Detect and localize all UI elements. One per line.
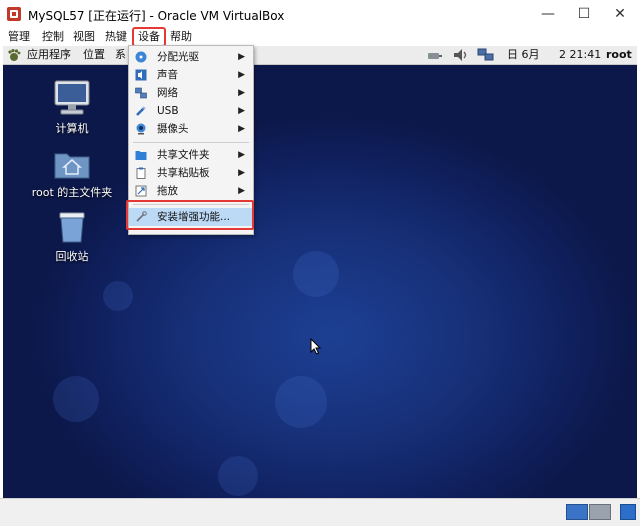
drag-drop-icon [135, 185, 147, 197]
menu-devices[interactable]: 设备 [132, 27, 166, 47]
menu-item-drag-and-drop[interactable]: 拖放 ▶ [129, 182, 253, 200]
home-folder-icon [54, 153, 90, 179]
status-display-icon[interactable] [566, 504, 588, 520]
panel-date[interactable]: 日 6月 [507, 46, 540, 64]
menu-control[interactable]: 控制 [40, 29, 66, 45]
desktop-icon-label: 回收站 [55, 250, 89, 263]
webcam-icon [136, 123, 146, 135]
menu-manage[interactable]: 管理 [6, 29, 32, 45]
menu-item-usb[interactable]: USB ▶ [129, 102, 253, 120]
minimize-button[interactable]: — [530, 0, 566, 28]
panel-user[interactable]: root [606, 46, 632, 64]
panel-system-menu[interactable]: 系 [115, 46, 126, 64]
window-title: MySQL57 [正在运行] - Oracle VM VirtualBox [28, 9, 285, 23]
menu-separator [133, 142, 249, 143]
status-host-key-icon[interactable] [620, 504, 636, 520]
network-icon [135, 87, 147, 99]
guest-top-panel: 应用程序 位置 系 日 6月 2 21:41 root [3, 46, 637, 65]
wallpaper-bokeh [293, 251, 339, 297]
submenu-arrow-icon: ▶ [238, 52, 245, 62]
desktop-icon-label: 计算机 [55, 122, 89, 135]
virtualbox-app-icon [7, 7, 21, 21]
menu-view[interactable]: 视图 [71, 29, 97, 45]
usb-icon [136, 106, 146, 116]
panel-applications-menu[interactable]: 应用程序 [27, 46, 71, 64]
submenu-arrow-icon: ▶ [238, 70, 245, 80]
wallpaper-bokeh [103, 281, 133, 311]
desktop-icon-label: root 的主文件夹 [31, 186, 113, 199]
optical-drive-icon [135, 51, 147, 63]
audio-icon [135, 69, 147, 81]
submenu-arrow-icon: ▶ [238, 106, 245, 116]
network-status-icon[interactable] [427, 48, 443, 62]
mouse-cursor-icon [310, 338, 322, 355]
vbox-menubar: 管理 控制 视图 热键 设备 帮助 [0, 27, 640, 47]
network-computers-icon[interactable] [477, 48, 495, 62]
desktop-icon-computer[interactable]: 计算机 [32, 80, 112, 136]
foot-icon [8, 49, 21, 61]
menu-item-webcam[interactable]: 摄像头 ▶ [129, 120, 253, 138]
maximize-button[interactable]: ☐ [566, 0, 602, 28]
wallpaper-bokeh [53, 376, 99, 422]
submenu-arrow-icon: ▶ [238, 88, 245, 98]
volume-icon[interactable] [453, 48, 469, 62]
menu-help[interactable]: 帮助 [168, 29, 194, 45]
shared-folder-icon [135, 151, 147, 160]
annotation-highlight-box [126, 200, 254, 230]
guest-screen[interactable]: 应用程序 位置 系 日 6月 2 21:41 root 计算机 root 的主文… [3, 46, 637, 498]
menu-item-optical-drives[interactable]: 分配光驱 ▶ [129, 48, 253, 66]
wallpaper-bokeh [275, 376, 327, 428]
menu-item-shared-folders[interactable]: 共享文件夹 ▶ [129, 146, 253, 164]
menu-item-shared-clipboard[interactable]: 共享粘贴板 ▶ [129, 164, 253, 182]
panel-clock[interactable]: 2 21:41 [559, 46, 601, 64]
computer-icon [54, 80, 90, 115]
submenu-arrow-icon: ▶ [238, 186, 245, 196]
window-titlebar[interactable]: MySQL57 [正在运行] - Oracle VM VirtualBox — … [0, 0, 640, 28]
desktop-icon-trash[interactable]: 回收站 [32, 210, 112, 264]
menu-item-audio[interactable]: 声音 ▶ [129, 66, 253, 84]
submenu-arrow-icon: ▶ [238, 168, 245, 178]
status-keyboard-icon[interactable] [589, 504, 611, 520]
vbox-statusbar [0, 498, 640, 526]
menu-item-network[interactable]: 网络 ▶ [129, 84, 253, 102]
clipboard-icon [136, 167, 146, 179]
submenu-arrow-icon: ▶ [238, 124, 245, 134]
menu-hotkeys[interactable]: 热键 [103, 29, 129, 45]
close-button[interactable]: ✕ [602, 0, 638, 28]
trash-icon [59, 212, 85, 243]
desktop-icon-home-folder[interactable]: root 的主文件夹 [32, 148, 112, 200]
submenu-arrow-icon: ▶ [238, 150, 245, 160]
wallpaper-bokeh [218, 456, 258, 496]
panel-places-menu[interactable]: 位置 [83, 46, 105, 64]
